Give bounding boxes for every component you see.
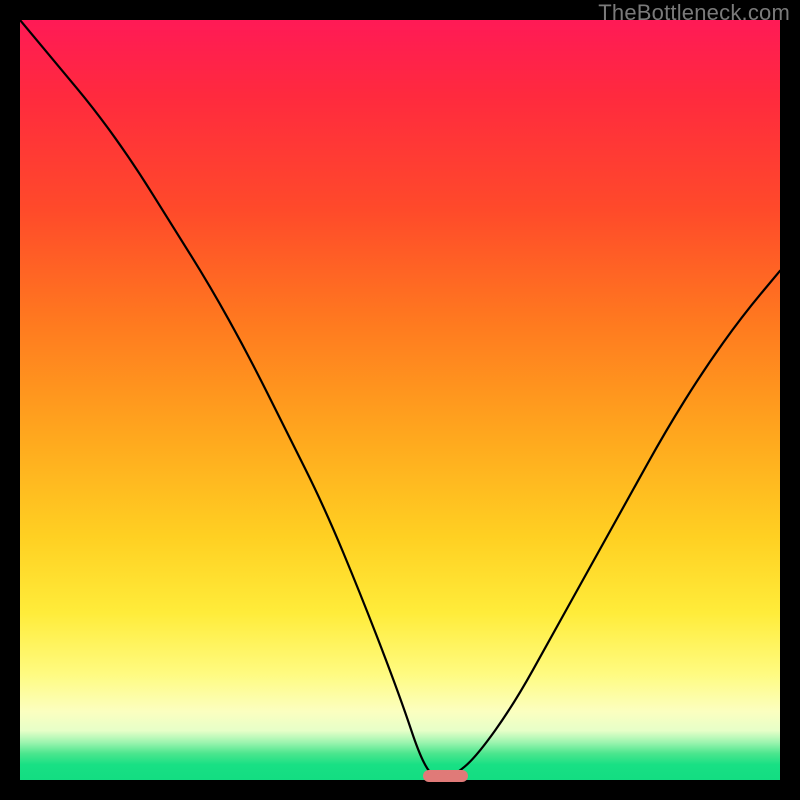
optimal-marker <box>423 770 469 782</box>
bottleneck-curve <box>20 20 780 780</box>
chart-plot-area <box>20 20 780 780</box>
chart-frame: TheBottleneck.com <box>0 0 800 800</box>
